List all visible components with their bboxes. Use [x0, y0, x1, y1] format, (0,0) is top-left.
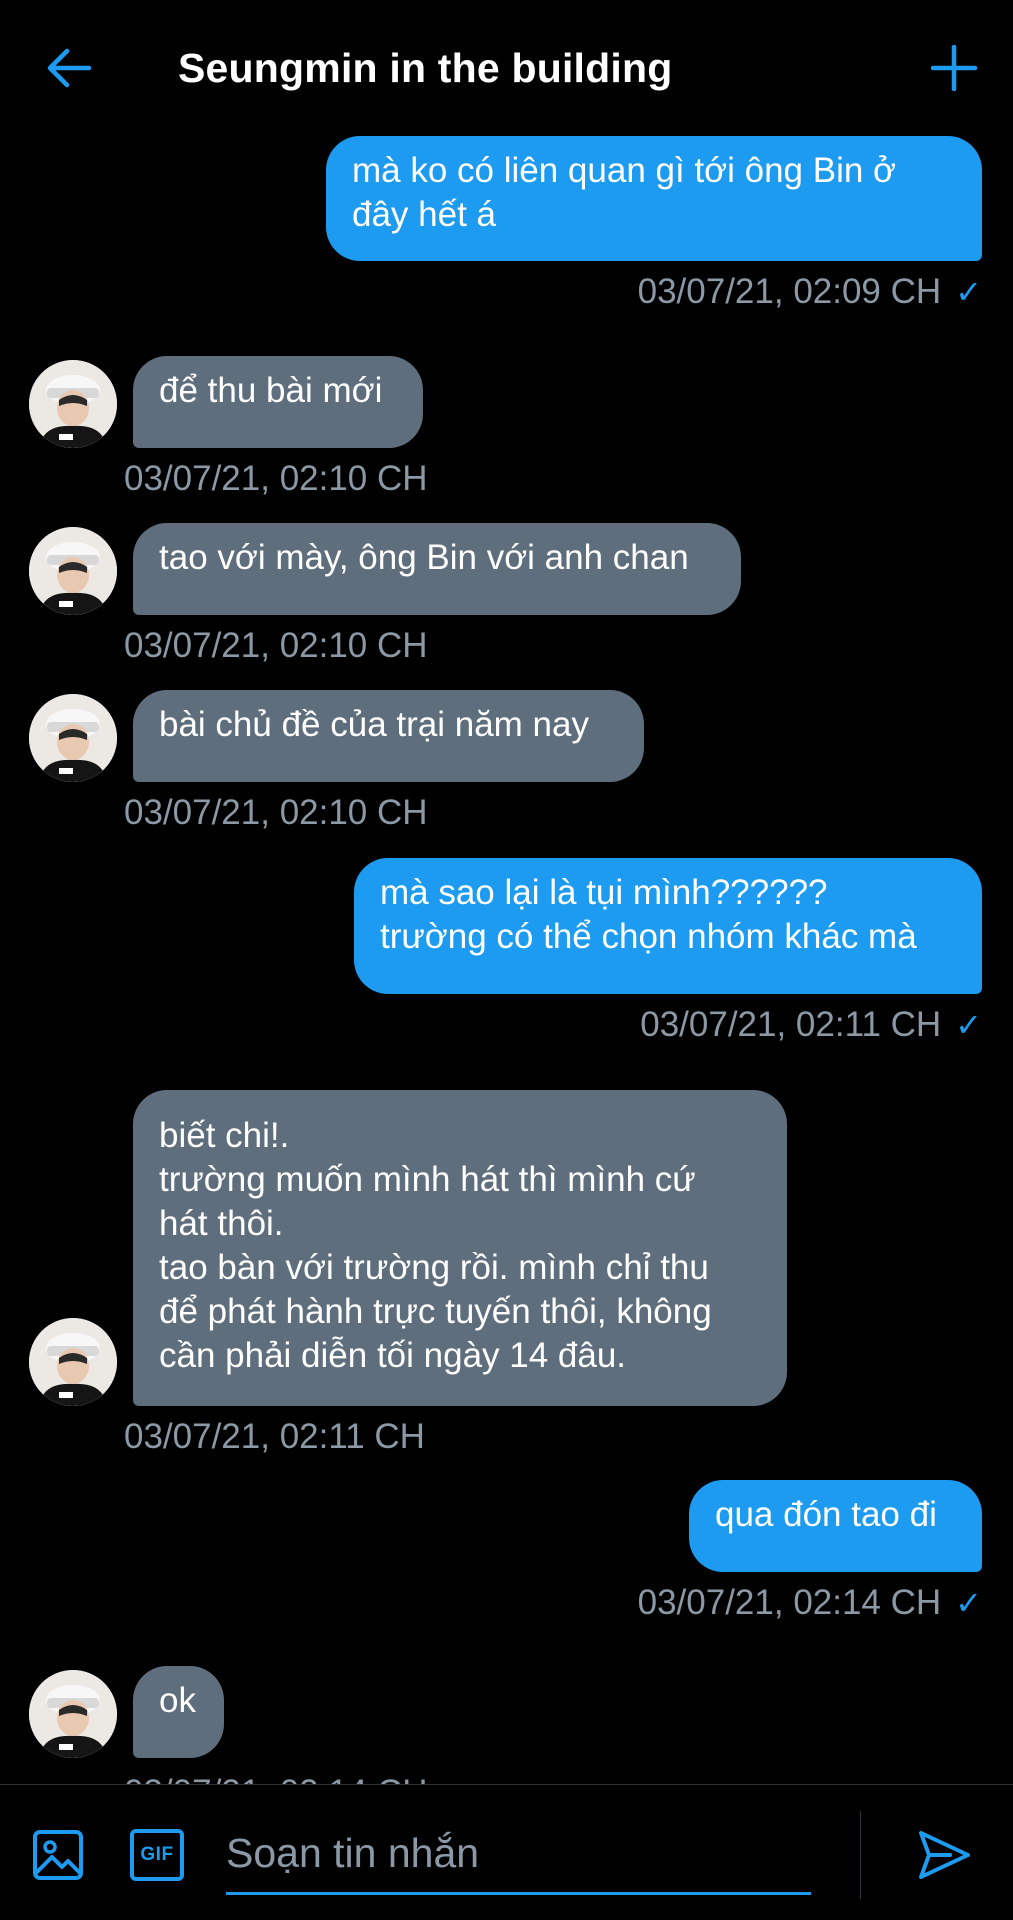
incoming-message-bubble[interactable]: tao với mày, ông Bin với anh chan: [133, 523, 741, 615]
avatar[interactable]: [29, 527, 117, 615]
avatar-image: [29, 694, 117, 782]
incoming-message-bubble[interactable]: bài chủ đề của trại năm nay: [133, 690, 644, 782]
message-composer: GIF: [0, 1784, 1013, 1920]
outgoing-message-bubble[interactable]: mà sao lại là tụi mình?????? trường có t…: [354, 858, 982, 994]
avatar[interactable]: [29, 1670, 117, 1758]
media-button[interactable]: [32, 1829, 84, 1881]
avatar[interactable]: [29, 1318, 117, 1406]
message-list[interactable]: mà ko có liên quan gì tới ông Bin ở đây …: [0, 136, 1013, 1784]
avatar-image: [29, 1318, 117, 1406]
send-icon: [919, 1831, 970, 1879]
incoming-message-bubble[interactable]: biết chi!. trường muốn mình hát thì mình…: [133, 1090, 787, 1406]
message-timestamp: 03/07/21, 02:14 CH ✓: [638, 1582, 982, 1624]
image-icon: [33, 1830, 83, 1880]
send-button[interactable]: [916, 1827, 972, 1883]
read-check-icon: ✓: [955, 1585, 982, 1621]
read-check-icon: ✓: [955, 274, 982, 310]
read-check-icon: ✓: [955, 1007, 982, 1043]
avatar-image: [29, 360, 117, 448]
arrow-left-icon: [47, 48, 91, 88]
avatar-image: [29, 1670, 117, 1758]
avatar[interactable]: [29, 360, 117, 448]
message-timestamp: 03/07/21, 02:11 CH ✓: [640, 1004, 982, 1046]
timestamp-text: 03/07/21, 02:09 CH: [637, 272, 942, 311]
timestamp-text: 03/07/21, 02:11 CH: [640, 1005, 942, 1044]
incoming-message-bubble[interactable]: ok: [133, 1666, 224, 1758]
avatar[interactable]: [29, 694, 117, 782]
plus-icon: [931, 45, 977, 91]
conversation-header: Seungmin in the building: [0, 0, 1013, 136]
outgoing-message-bubble[interactable]: mà ko có liên quan gì tới ông Bin ở đây …: [326, 136, 982, 261]
incoming-message-bubble[interactable]: để thu bài mới: [133, 356, 423, 448]
timestamp-text: 03/07/21, 02:10 CH: [124, 459, 428, 498]
add-button[interactable]: [926, 40, 982, 96]
timestamp-text: 03/07/21, 02:14 CH: [124, 1772, 428, 1784]
avatar-image: [29, 527, 117, 615]
outgoing-message-bubble[interactable]: qua đón tao đi: [689, 1480, 982, 1572]
timestamp-text: 03/07/21, 02:14 CH: [637, 1583, 942, 1622]
message-timestamp: 03/07/21, 02:09 CH ✓: [638, 271, 982, 313]
gif-button[interactable]: GIF: [130, 1829, 184, 1881]
timestamp-text: 03/07/21, 02:10 CH: [124, 626, 428, 665]
message-input[interactable]: [226, 1815, 811, 1895]
back-button[interactable]: [40, 40, 96, 96]
conversation-title: Seungmin in the building: [178, 45, 673, 91]
timestamp-text: 03/07/21, 02:10 CH: [124, 793, 428, 832]
gif-label: GIF: [140, 1844, 174, 1865]
composer-divider: [860, 1811, 861, 1899]
timestamp-text: 03/07/21, 02:11 CH: [124, 1417, 425, 1456]
